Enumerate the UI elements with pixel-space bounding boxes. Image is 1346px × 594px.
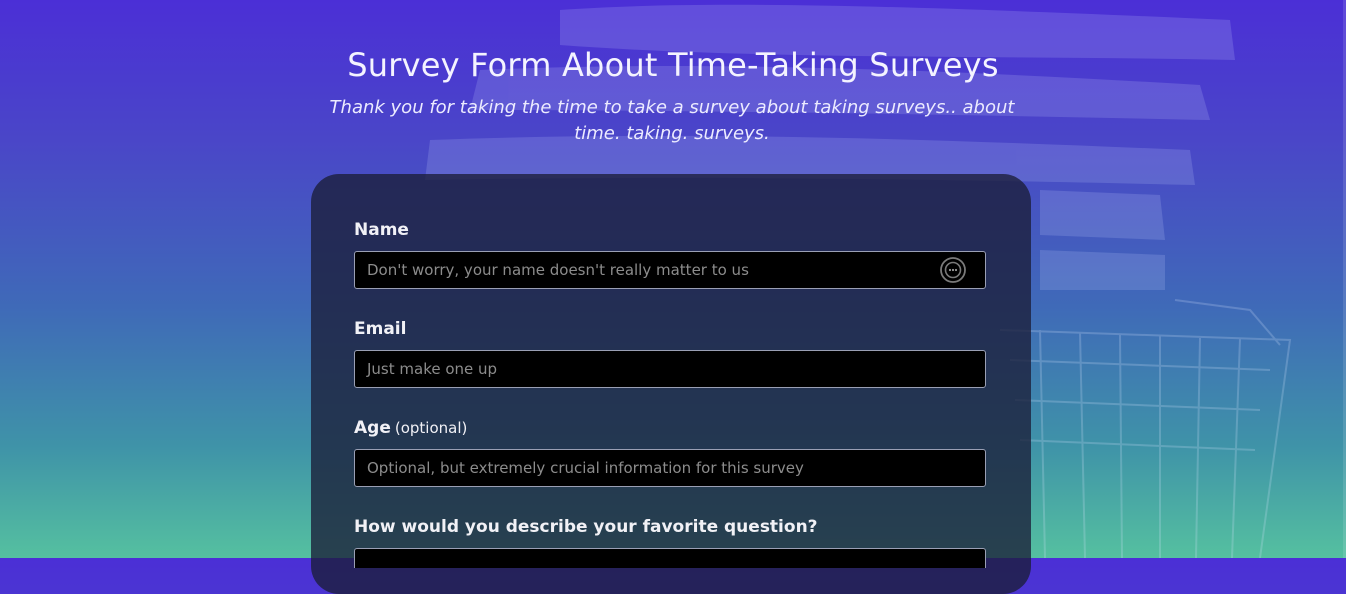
age-input[interactable]: Optional, but extremely crucial informat…: [354, 449, 986, 487]
age-input-placeholder: Optional, but extremely crucial informat…: [367, 459, 804, 477]
name-label: Name: [354, 220, 409, 240]
age-label: Age (optional): [354, 417, 986, 439]
password-manager-icon[interactable]: [940, 257, 966, 283]
page-title: Survey Form About Time-Taking Surveys: [347, 46, 999, 84]
survey-form-card: Name Don't worry, your name doesn't real…: [311, 174, 1031, 594]
favorite-question-field-group: How would you describe your favorite que…: [354, 516, 986, 548]
name-field-group: Name Don't worry, your name doesn't real…: [354, 219, 986, 289]
age-optional-tag: (optional): [394, 419, 468, 437]
age-label-text: Age: [354, 418, 391, 438]
favorite-question-label: How would you describe your favorite que…: [354, 517, 818, 537]
email-label: Email: [354, 319, 407, 339]
email-input[interactable]: Just make one up: [354, 350, 986, 388]
name-input[interactable]: Don't worry, your name doesn't really ma…: [354, 251, 986, 289]
email-input-placeholder: Just make one up: [367, 360, 498, 378]
age-field-group: Age (optional) Optional, but extremely cr…: [354, 417, 986, 487]
favorite-question-select[interactable]: [354, 548, 986, 568]
email-field-group: Email Just make one up: [354, 318, 986, 388]
page-description: Thank you for taking the time to take a …: [329, 97, 1015, 144]
name-input-placeholder: Don't worry, your name doesn't really ma…: [367, 261, 749, 279]
